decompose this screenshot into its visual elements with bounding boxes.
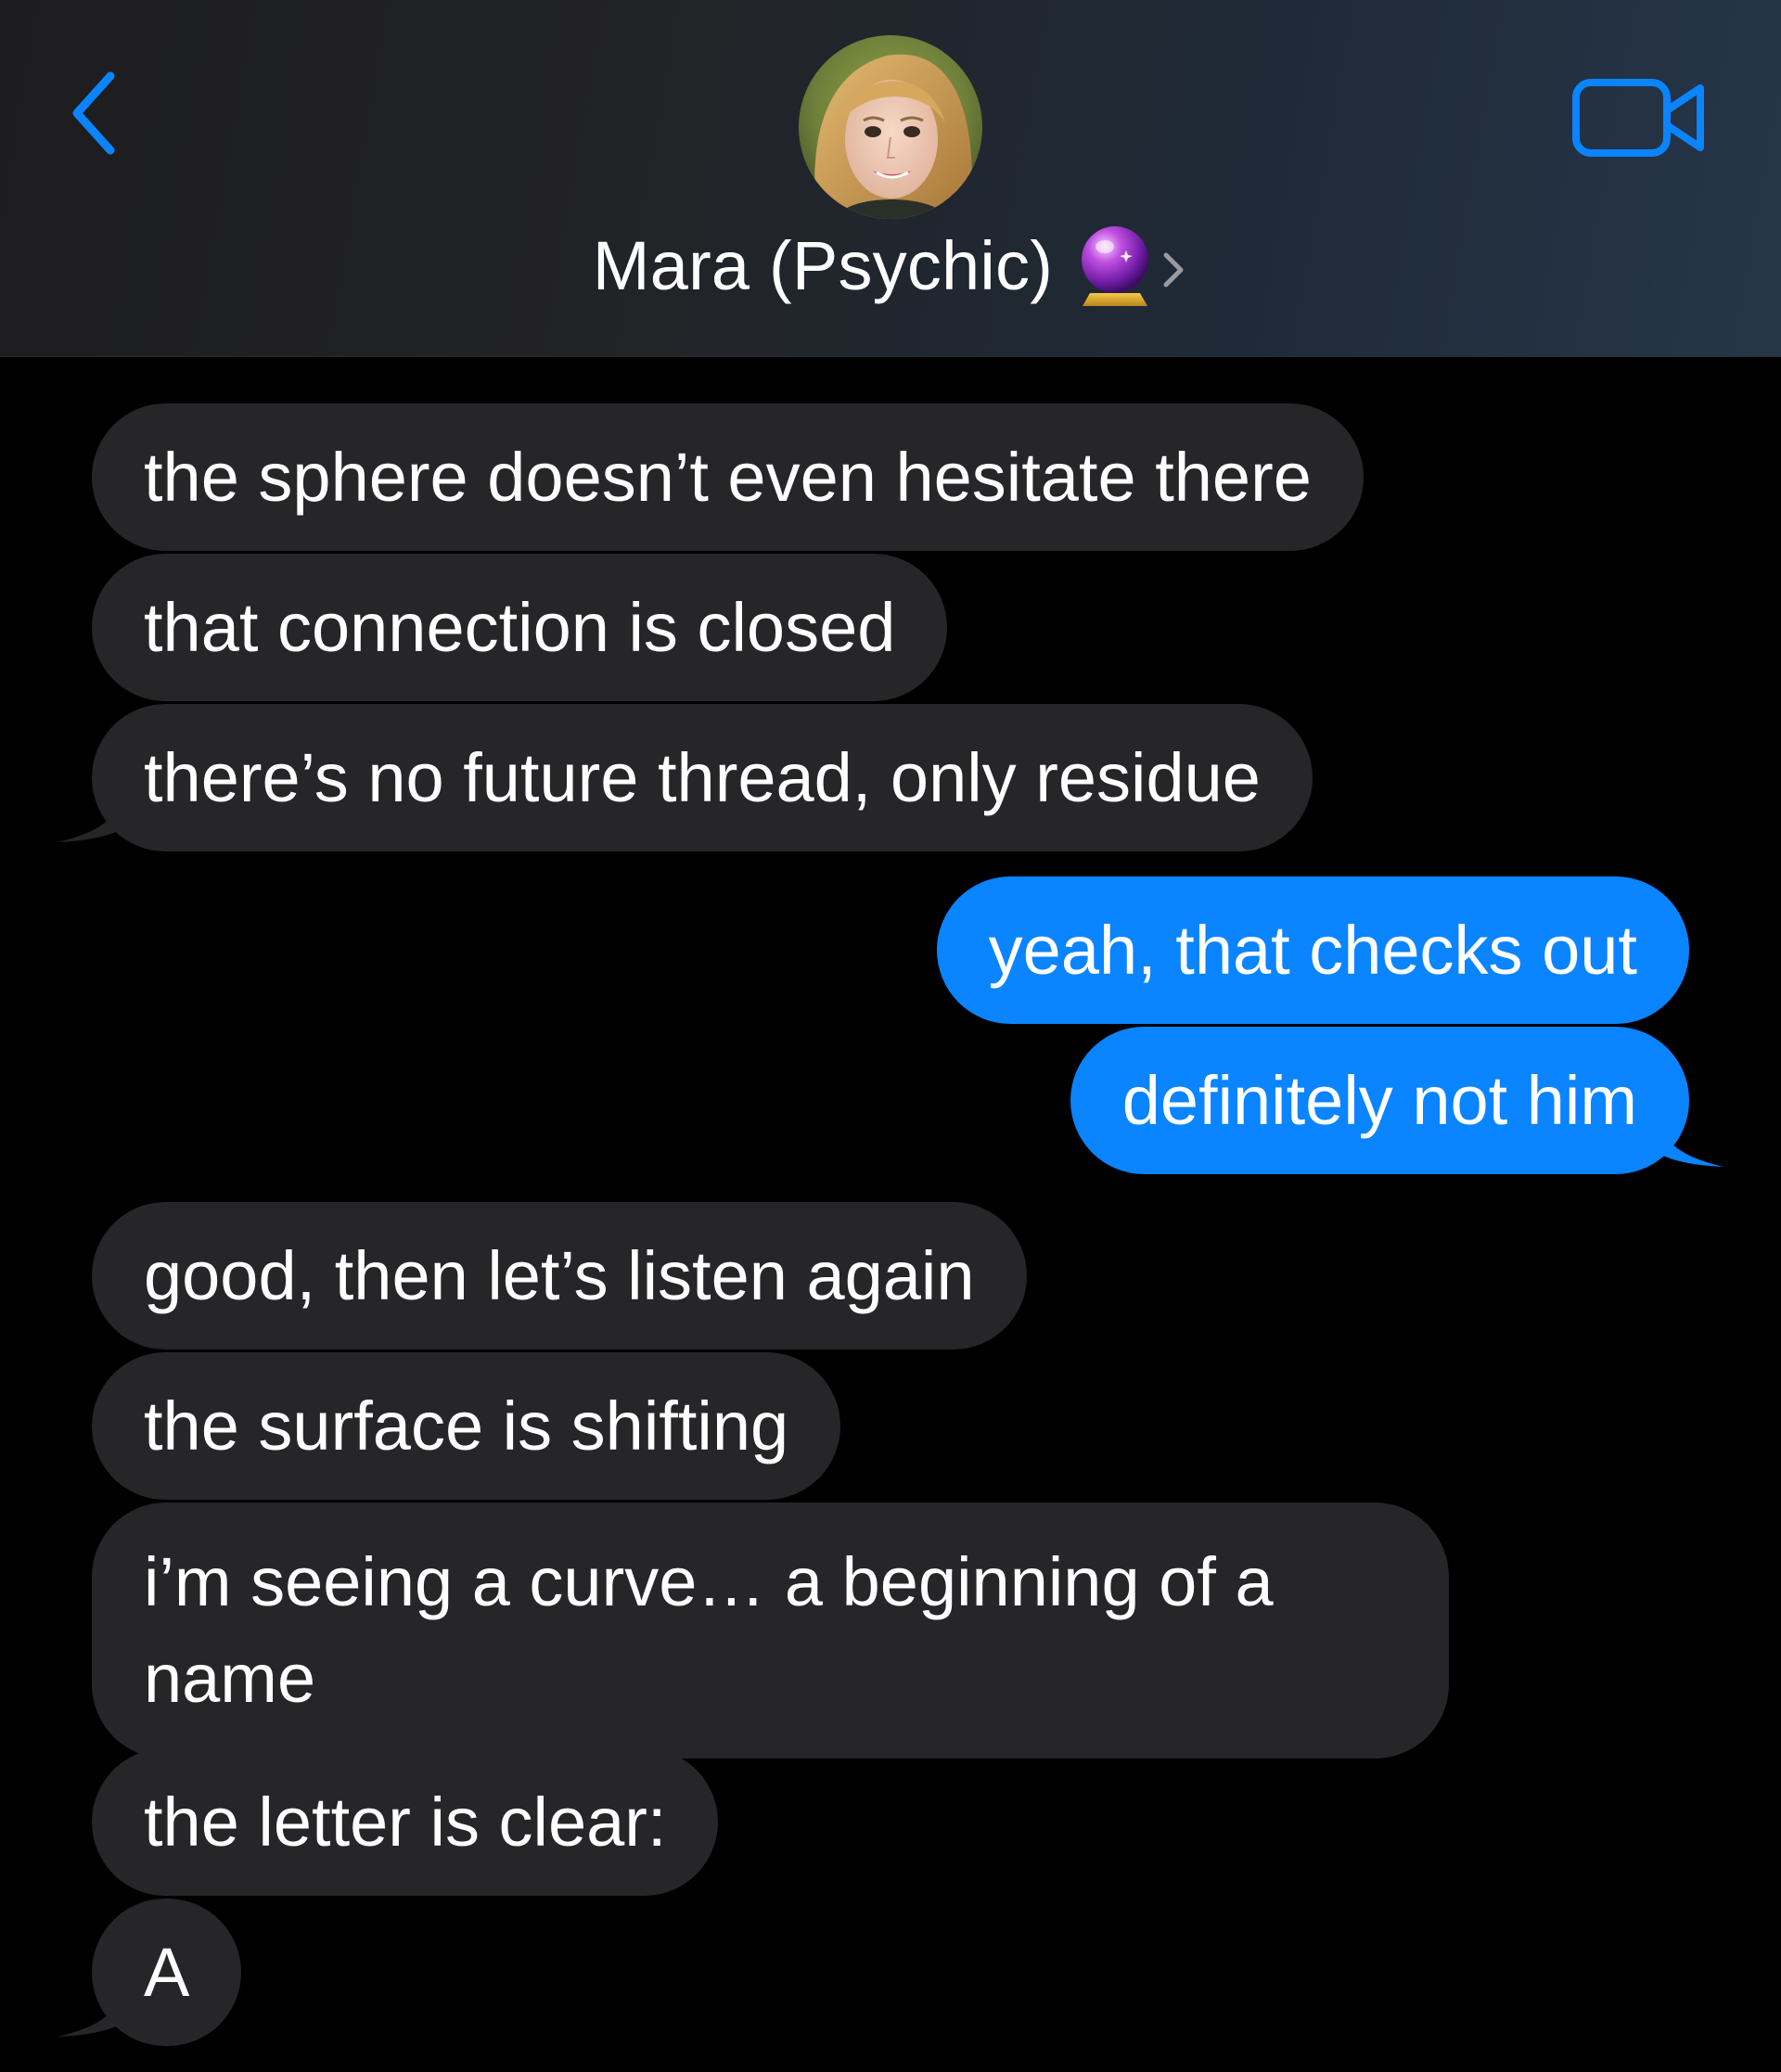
message-text: good, then let’s listen again — [144, 1237, 975, 1314]
message-text: the sphere doesn’t even hesitate there — [144, 439, 1312, 516]
message-bubble-incoming[interactable]: there’s no future thread, only residue — [92, 704, 1313, 851]
message-bubble-incoming[interactable]: that connection is closed — [92, 554, 948, 701]
back-button[interactable] — [52, 58, 135, 169]
message-bubble-incoming[interactable]: A — [92, 1899, 242, 2046]
video-call-button[interactable] — [1566, 67, 1714, 169]
message-bubble-incoming[interactable]: the letter is clear: — [92, 1748, 719, 1896]
chevron-left-icon — [72, 71, 115, 155]
avatar-photo — [799, 35, 982, 219]
message-bubble-incoming[interactable]: the sphere doesn’t even hesitate there — [92, 403, 1364, 551]
contact-name-button[interactable]: Mara (Psychic) — [0, 223, 1781, 308]
chevron-right-icon — [1163, 252, 1184, 288]
message-text: A — [144, 1934, 190, 2011]
contact-avatar[interactable] — [799, 35, 982, 219]
crystal-ball-icon — [1082, 226, 1149, 306]
message-text: yeah, that checks out — [988, 912, 1637, 989]
message-bubble-incoming[interactable]: the surface is shifting — [92, 1352, 841, 1500]
message-bubble-incoming[interactable]: good, then let’s listen again — [92, 1202, 1027, 1349]
message-text: there’s no future thread, only residue — [144, 739, 1261, 816]
message-text: the surface is shifting — [144, 1388, 789, 1464]
message-bubble-outgoing[interactable]: yeah, that checks out — [936, 876, 1689, 1024]
message-bubble-incoming[interactable]: i’m seeing a curve… a beginning of a nam… — [92, 1503, 1449, 1759]
contact-name: Mara (Psychic) — [592, 226, 1054, 304]
message-text: the letter is clear: — [144, 1784, 667, 1861]
video-camera-icon — [1572, 79, 1704, 157]
message-text: definitely not him — [1121, 1062, 1637, 1139]
message-bubble-outgoing[interactable]: definitely not him — [1070, 1027, 1689, 1174]
conversation-header: Mara (Psychic) — [0, 0, 1781, 357]
message-text: that connection is closed — [144, 589, 896, 666]
message-text: i’m seeing a curve… a beginning of a nam… — [144, 1543, 1274, 1717]
